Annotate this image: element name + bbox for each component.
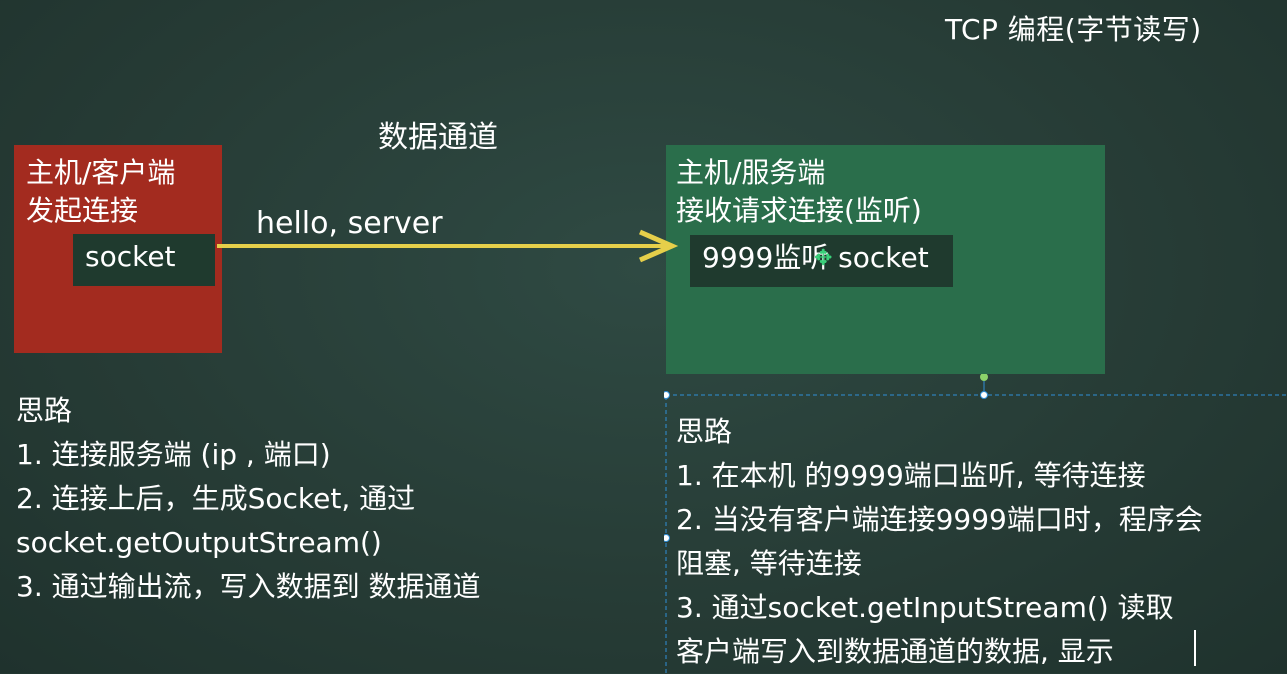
resize-handle-top-left[interactable] xyxy=(664,391,670,399)
client-notes-heading: 思路 xyxy=(16,394,73,427)
client-socket-box[interactable]: socket xyxy=(73,234,215,286)
client-subtitle: 发起连接 xyxy=(26,194,139,227)
server-subtitle: 接收请求连接(监听) xyxy=(676,194,922,227)
client-notes-line: 2. 连接上后，生成Socket, 通过 xyxy=(16,482,416,515)
client-notes-line: 1. 连接服务端 (ip , 端口) xyxy=(16,438,331,471)
server-notes-line: 2. 当没有客户端连接9999端口时，程序会 xyxy=(676,503,1203,536)
client-notes-line: 3. 通过输出流，写入数据到 数据通道 xyxy=(16,570,481,603)
data-flow-arrow[interactable] xyxy=(215,225,680,275)
text-caret xyxy=(1194,630,1196,666)
client-notes-line: socket.getOutputStream() xyxy=(16,526,382,559)
resize-handle-left[interactable] xyxy=(664,534,670,542)
client-notes: 思路 1. 连接服务端 (ip , 端口) 2. 连接上后，生成Socket, … xyxy=(16,389,481,609)
data-channel-label: 数据通道 xyxy=(378,120,498,155)
server-host-box[interactable]: 主机/服务端 接收请求连接(监听) 9999监听 socket xyxy=(666,145,1105,374)
client-host-box[interactable]: 主机/客户端 发起连接 socket xyxy=(14,145,222,353)
move-cursor-icon: ✥ xyxy=(814,246,833,271)
server-notes[interactable]: 思路 1. 在本机 的9999端口监听, 等待连接 2. 当没有客户端连接999… xyxy=(676,410,1203,674)
server-notes-line: 阻塞, 等待连接 xyxy=(676,547,862,580)
rotate-handle[interactable] xyxy=(980,374,988,381)
server-notes-line: 客户端写入到数据通道的数据, 显示 xyxy=(676,635,1114,668)
server-title: 主机/服务端 xyxy=(676,156,826,189)
resize-handle-top[interactable] xyxy=(980,391,988,399)
client-title: 主机/客户端 xyxy=(26,156,176,189)
server-notes-line: 3. 通过socket.getInputStream() 读取 xyxy=(676,591,1174,624)
server-notes-heading: 思路 xyxy=(676,415,733,448)
server-notes-line: 1. 在本机 的9999端口监听, 等待连接 xyxy=(676,459,1146,492)
slide-title: TCP 编程(字节读写) xyxy=(945,13,1202,46)
